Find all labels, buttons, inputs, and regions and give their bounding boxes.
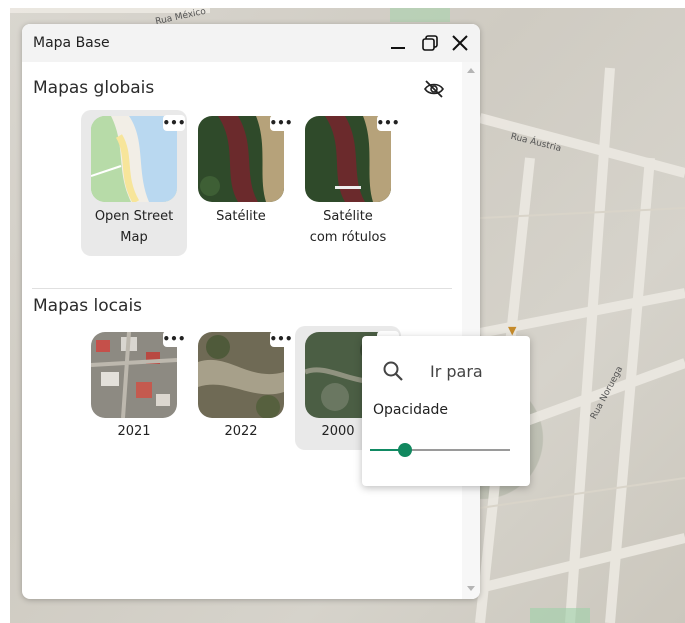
tile-label-line1: Satélite [216, 209, 266, 224]
opacity-slider-thumb[interactable] [398, 443, 412, 457]
opacity-slider[interactable] [370, 443, 510, 457]
go-to-menu-item[interactable]: Ir para [430, 362, 483, 381]
panel-content: Mapas globais ••• Open Street Map ••• Sa… [22, 62, 462, 599]
local-maps-heading: Mapas locais [33, 296, 143, 316]
panel-titlebar[interactable]: Mapa Base [22, 24, 480, 62]
tile-satellite-labels[interactable]: ••• Satélite com rótulos [295, 110, 401, 256]
global-maps-heading: Mapas globais [33, 78, 155, 98]
layer-options-menu: Ir para Opacidade [362, 336, 530, 486]
eye-off-icon[interactable] [422, 78, 446, 100]
close-icon[interactable] [448, 30, 472, 56]
restore-icon[interactable] [418, 30, 442, 56]
tile-label-line1: Open Street [94, 209, 174, 224]
more-options-button[interactable]: ••• [163, 331, 186, 347]
map-marker-icon[interactable]: ▼ [508, 324, 518, 337]
tile-label-line1: Satélite [323, 209, 373, 224]
minimize-icon[interactable] [386, 30, 410, 56]
tile-label-line2: com rótulos [309, 230, 387, 245]
more-options-button[interactable]: ••• [163, 115, 186, 131]
scrollbar[interactable] [462, 62, 480, 599]
tile-satellite[interactable]: ••• Satélite [188, 110, 294, 256]
panel-title: Mapa Base [33, 35, 110, 51]
more-options-button[interactable]: ••• [270, 115, 293, 131]
basemap-panel: Mapa Base Mapas globais ••• Open Street … [22, 24, 480, 599]
tile-label: 2021 [117, 424, 151, 439]
section-divider [32, 288, 452, 289]
tile-local-2022[interactable]: ••• 2022 [188, 326, 294, 450]
tile-label: 2022 [224, 424, 258, 439]
scroll-up-arrow-icon[interactable] [467, 68, 475, 73]
more-options-button[interactable]: ••• [377, 115, 400, 131]
scroll-down-arrow-icon[interactable] [467, 586, 475, 591]
tile-label-line2: Map [120, 230, 148, 245]
search-icon [382, 360, 404, 382]
tile-open-street-map[interactable]: ••• Open Street Map [81, 110, 187, 256]
tile-local-2021[interactable]: ••• 2021 [81, 326, 187, 450]
opacity-label: Opacidade [373, 402, 449, 418]
more-options-button[interactable]: ••• [270, 331, 293, 347]
